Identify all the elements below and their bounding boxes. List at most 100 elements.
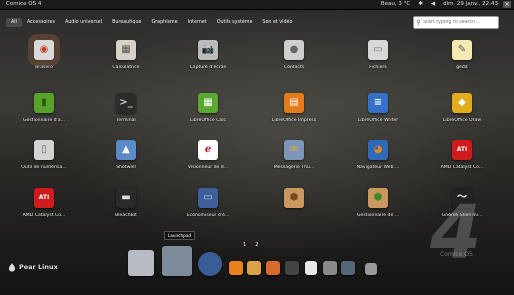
app-label: LibreOffice Impress — [271, 118, 317, 123]
launchpad-icon[interactable] — [162, 246, 192, 276]
weather-indicator[interactable]: Beau, 3 °C — [381, 0, 410, 9]
app-icon: ◕ — [368, 140, 388, 160]
app-launcher[interactable]: ● Contacts — [264, 40, 324, 70]
app-icon: ATI — [452, 140, 472, 160]
app-launcher[interactable]: ≡ LibreOffice Writer — [348, 93, 408, 123]
app-icon: ▦ — [198, 93, 218, 113]
app-label: AMD Catalyst Co... — [22, 213, 66, 218]
app-label: Gestionnaire de ... — [356, 213, 400, 218]
dock — [0, 246, 514, 286]
video-player-icon[interactable] — [285, 261, 299, 275]
app-launcher[interactable]: ⬢ — [264, 188, 324, 213]
app-label: Économiseur d'é... — [186, 213, 230, 218]
app-icon: ✎ — [452, 40, 472, 60]
system-monitor-icon[interactable] — [341, 261, 355, 275]
app-icon: ⬢ — [284, 188, 304, 208]
app-launcher[interactable]: ▤ LibreOffice Impress — [264, 93, 324, 123]
search-icon: ⚲ — [416, 19, 421, 26]
app-label: Gestionnaire d'a... — [22, 118, 66, 123]
app-icon: ▲ — [116, 140, 136, 160]
category-tab[interactable]: Graphisme — [146, 18, 182, 27]
settings-icon[interactable] — [247, 261, 261, 275]
app-icon: 📷 — [198, 40, 218, 60]
app-icon: ▤ — [284, 93, 304, 113]
category-tab[interactable]: Audio universel — [60, 18, 107, 27]
app-launcher[interactable]: 📷 Capture d'écran — [178, 40, 238, 70]
app-icon: ● — [284, 40, 304, 60]
app-label: Fichiers — [369, 65, 387, 70]
app-store-icon[interactable] — [198, 252, 222, 276]
app-label: LibreOffice Draw — [442, 118, 482, 123]
app-icon: ▭ — [368, 40, 388, 60]
app-icon: ▬ — [116, 188, 136, 208]
app-label: Terminal — [116, 118, 136, 123]
close-icon[interactable]: × — [503, 1, 511, 8]
app-label: Outil de numérisa... — [21, 165, 67, 170]
tooltip: Launchpad — [164, 231, 196, 240]
app-launcher[interactable]: ◉ Brasero — [14, 34, 74, 70]
category-tab[interactable]: Accessoires — [22, 18, 60, 27]
app-icon: ATI — [34, 188, 54, 208]
app-launcher[interactable]: ⬢ Gestionnaire de ... — [348, 188, 408, 218]
search-box[interactable]: ⚲ — [413, 16, 499, 29]
app-label: Contacts — [283, 65, 305, 70]
photos-icon[interactable] — [266, 261, 280, 275]
app-icon: ▦ — [116, 40, 136, 60]
os-name: Comice OS 4 — [6, 1, 42, 7]
app-launcher[interactable]: ▲ Shotwell — [96, 140, 156, 170]
app-launcher[interactable]: ▭ Économiseur d'é... — [178, 188, 238, 218]
app-launcher[interactable]: ATI AMD Catalyst Co... — [14, 188, 74, 218]
category-tab[interactable]: Internet — [183, 18, 212, 27]
contacts-icon[interactable] — [323, 261, 337, 275]
clock[interactable]: dim. 29 janv., 22:43 — [443, 0, 498, 9]
app-icon: ▮ — [34, 93, 54, 113]
category-tab[interactable]: Bureautique — [107, 18, 146, 27]
app-label: Messagerie Thu... — [273, 165, 315, 170]
app-launcher[interactable]: ▯ Outil de numérisa... — [14, 140, 74, 170]
category-tab[interactable]: All — [6, 17, 22, 27]
app-label: Calculatrice — [112, 65, 140, 70]
app-label: Brasero — [35, 65, 53, 70]
app-launcher[interactable]: ▭ Fichiers — [348, 40, 408, 70]
top-panel: Comice OS 4 Beau, 3 °C ✱ ◀ dim. 29 janv.… — [0, 0, 514, 10]
app-icon: ◉ — [28, 34, 60, 66]
category-tabs: All Accessoires Audio universel Bureautique… — [6, 17, 297, 27]
app-label: gedit — [456, 65, 468, 70]
app-label: LibreOffice Calc — [189, 118, 227, 123]
app-icon: ℯ — [198, 140, 218, 160]
app-icon: >_ — [116, 93, 136, 113]
volume-icon[interactable]: ◀ — [431, 0, 435, 9]
app-launcher[interactable]: ATI AMD Catalyst Co... — [432, 140, 492, 170]
app-label: BleachBit — [115, 213, 137, 218]
app-label: LibreOffice Writer — [357, 118, 399, 123]
app-icon: ▭ — [198, 188, 218, 208]
app-icon: ≡ — [368, 93, 388, 113]
documents-icon[interactable] — [305, 261, 317, 275]
app-icon: ◆ — [452, 93, 472, 113]
app-label: AMD Catalyst Co... — [440, 165, 484, 170]
app-launcher[interactable]: ✎ gedit — [432, 40, 492, 70]
app-launcher[interactable]: ▦ LibreOffice Calc — [178, 93, 238, 123]
app-launcher[interactable]: ✉ Messagerie Thu... — [264, 140, 324, 170]
bluetooth-icon[interactable]: ✱ — [418, 0, 423, 9]
firefox-icon[interactable] — [229, 261, 243, 275]
app-launcher[interactable]: ◕ Navigateur Web ... — [348, 140, 408, 170]
app-launcher[interactable]: ℯ Visionneur de d... — [178, 140, 238, 170]
display-settings-icon[interactable] — [128, 250, 154, 276]
app-launcher[interactable]: ◆ LibreOffice Draw — [432, 93, 492, 123]
app-label: Shotwell — [116, 165, 136, 170]
status-area: Beau, 3 °C ✱ ◀ dim. 29 janv., 22:43 — [381, 0, 498, 9]
app-launcher[interactable]: ▮ Gestionnaire d'a... — [14, 93, 74, 123]
app-icon: ▯ — [34, 140, 54, 160]
app-label: Capture d'écran — [189, 65, 227, 70]
category-tab[interactable]: Outils système — [212, 18, 258, 27]
app-launcher[interactable]: ▬ BleachBit — [96, 188, 156, 218]
search-input[interactable] — [423, 20, 493, 25]
app-launcher[interactable]: >_ Terminal — [96, 93, 156, 123]
app-label: Navigateur Web ... — [356, 165, 400, 170]
app-launcher[interactable]: ▦ Calculatrice — [96, 40, 156, 70]
app-icon: ✉ — [284, 140, 304, 160]
trash-icon[interactable] — [365, 263, 377, 275]
app-icon: ⬢ — [368, 188, 388, 208]
category-tab[interactable]: Son et vidéo — [257, 18, 297, 27]
